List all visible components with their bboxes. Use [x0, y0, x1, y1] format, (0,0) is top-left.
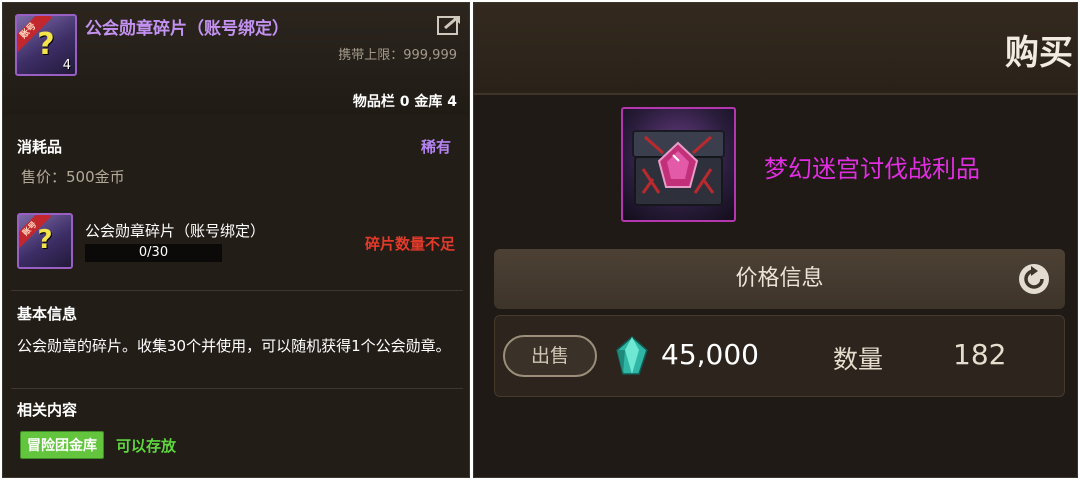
- fragment-insufficient-warning: 碎片数量不足: [364, 235, 455, 253]
- basic-info-heading: 基本信息: [17, 305, 78, 323]
- treasure-chest-icon: [621, 107, 736, 222]
- question-mark-glyph: ?: [37, 225, 53, 255]
- fragment-requirement-icon: 账号 ?: [17, 213, 73, 269]
- sell-price: 售价：500金币: [21, 168, 125, 186]
- purchase-title: 购买: [1005, 33, 1073, 73]
- price-info-header: 价格信息: [494, 249, 1065, 309]
- divider: [11, 388, 463, 389]
- guild-medal-fragment-icon: 账号 ? 4: [15, 14, 77, 76]
- basic-info-description: 公会勋章的碎片。收集30个并使用，可以随机获得1个公会勋章。: [17, 337, 451, 355]
- share-icon[interactable]: [437, 14, 463, 36]
- inventory-counts: 物品栏 0 金库 4: [352, 94, 457, 110]
- item-stack-count: 4: [62, 58, 71, 73]
- quantity-value: 182: [953, 338, 1007, 371]
- fragment-progress-bar: 0/30: [85, 244, 222, 262]
- price-row: 出售 45,000 数量 182: [494, 315, 1065, 397]
- item-tooltip-panel: 账号 ? 4 公会勋章碎片（账号绑定） 携带上限：999,999 物品栏 0 金…: [2, 2, 470, 478]
- question-mark-glyph: ?: [37, 27, 55, 62]
- price-value: 45,000: [661, 338, 759, 371]
- gem-currency-icon: [616, 336, 648, 375]
- purchase-panel: 购买 梦幻迷宫讨伐战利品 价格信息 出售 45,000 数量 182: [473, 2, 1078, 478]
- treasure-chest-graphic: [632, 130, 725, 206]
- related-content-heading: 相关内容: [17, 401, 78, 419]
- carry-limit-text: 携带上限：999,999: [338, 48, 457, 63]
- item-rarity: 稀有: [420, 138, 451, 156]
- item-category: 消耗品: [17, 138, 63, 156]
- storable-note: 可以存放: [116, 437, 177, 455]
- refresh-icon[interactable]: [1017, 262, 1051, 296]
- item-title: 公会勋章碎片（账号绑定）: [85, 19, 289, 39]
- fragment-progress-text: 0/30: [138, 245, 169, 260]
- purchase-header: [474, 3, 1077, 95]
- quantity-label: 数量: [833, 345, 884, 374]
- price-info-label: 价格信息: [735, 266, 824, 291]
- sell-button[interactable]: 出售: [503, 335, 597, 377]
- item-name: 梦幻迷宫讨伐战利品: [764, 155, 980, 183]
- adventure-team-vault-badge: 冒险团金库: [20, 431, 104, 459]
- divider: [11, 290, 463, 291]
- fragment-name: 公会勋章碎片（账号绑定）: [85, 222, 266, 240]
